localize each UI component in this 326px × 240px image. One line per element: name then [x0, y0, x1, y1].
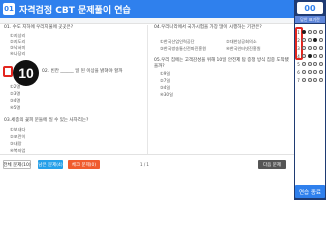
- answer-choice-dot[interactable]: [318, 46, 323, 50]
- answer-choice-dot[interactable]: [302, 30, 306, 34]
- question-1-title: 01. 수도 지하에 우리지물에 곳곳은?: [4, 25, 74, 30]
- q3-choice-2[interactable]: ②포란이: [10, 134, 25, 140]
- answer-choice-dot[interactable]: [307, 46, 312, 50]
- question-number-highlight: [3, 66, 13, 77]
- answer-choice-dot[interactable]: [318, 38, 323, 42]
- answer-choice-dot[interactable]: [302, 78, 306, 82]
- all-questions-button[interactable]: 전체 문제(10): [3, 160, 31, 169]
- question-number-badge: 10: [13, 60, 39, 86]
- answer-choice-dot[interactable]: [302, 62, 306, 66]
- answer-row-number: 7: [297, 77, 300, 83]
- answer-choice-dot[interactable]: [318, 54, 323, 58]
- answer-row: 5: [295, 60, 325, 68]
- answer-row: 7: [295, 76, 325, 84]
- app-logo: 01: [3, 3, 15, 15]
- answer-choice-dot[interactable]: [307, 38, 312, 42]
- toolbar: [0, 18, 294, 24]
- answer-choice-dot[interactable]: [313, 62, 317, 66]
- answer-row-number: 5: [297, 61, 300, 67]
- answer-choice-dot[interactable]: [307, 78, 312, 82]
- q5-choice-3[interactable]: ③4일: [160, 85, 170, 91]
- q4-choice-4[interactable]: ④한국인터넷진흥원: [226, 46, 261, 52]
- answer-choice-dot[interactable]: [307, 54, 312, 58]
- answer-choice-dot[interactable]: [318, 62, 323, 66]
- answer-choice-dot[interactable]: [313, 78, 317, 82]
- timer: 00: [297, 2, 323, 14]
- next-question-button[interactable]: 다음 문제: [258, 160, 286, 169]
- answer-row-number: 4: [297, 53, 300, 59]
- right-question-pane: 04.우리나라에서 국가시험을 가장 많이 시행하는 기관은? ①한국산업인력공…: [147, 25, 294, 154]
- answer-choice-dot[interactable]: [313, 38, 317, 42]
- question-3-title: 03.세종의 꽃피 문들에 일 수 있는 사자리는?: [4, 118, 89, 123]
- answer-choice-dot[interactable]: [318, 78, 323, 82]
- answer-choice-dot[interactable]: [302, 46, 306, 50]
- answer-choice-dot[interactable]: [313, 30, 317, 34]
- answer-choice-dot[interactable]: [313, 70, 317, 74]
- q2-choice-4[interactable]: ④5명: [10, 105, 20, 111]
- finish-practice-button[interactable]: 연습 종료: [295, 185, 325, 198]
- answer-choice-dot[interactable]: [313, 54, 317, 58]
- q4-choice-1[interactable]: ①한국산업인력공단: [160, 39, 195, 45]
- answer-row: 1: [295, 28, 325, 36]
- answer-row: 3: [295, 44, 325, 52]
- q5-choice-1[interactable]: ①9일: [160, 71, 170, 77]
- answer-choice-dot[interactable]: [318, 70, 323, 74]
- question-4-title: 04.우리나라에서 국가시험을 가장 많이 시행하는 기관은?: [154, 25, 262, 30]
- question-5-title: 05.우리 집에는 고객감성을 위해 10일 안전제 탐 증정 방식 집중 도착…: [154, 58, 289, 69]
- answer-row-number: 1: [297, 29, 300, 35]
- answer-choice-dot[interactable]: [302, 70, 306, 74]
- answer-sheet-title: 답안 표기란: [295, 16, 325, 23]
- answer-sheet: 1 2 3 4 5 6 7: [295, 24, 325, 189]
- q1-choice-4[interactable]: ④나당리: [10, 51, 25, 57]
- q4-choice-2[interactable]: ②대한상공회의소: [226, 39, 257, 45]
- q2-choice-1[interactable]: ①2명: [10, 84, 20, 90]
- answer-row-number: 3: [297, 45, 300, 51]
- q4-choice-3[interactable]: ③한국방송통신전파진흥원: [160, 46, 206, 52]
- answer-choice-dot[interactable]: [302, 54, 306, 58]
- q5-choice-4[interactable]: ④30일: [160, 92, 173, 98]
- answer-row: 6: [295, 68, 325, 76]
- answer-row-number: 6: [297, 69, 300, 75]
- answer-choice-dot[interactable]: [307, 62, 312, 66]
- answer-row: 4: [295, 52, 325, 60]
- app-title: 자격검정 CBT 문제풀이 연습: [19, 5, 131, 16]
- answer-panel: 00 답안 표기란 1 2 3 4 5 6 7: [294, 0, 326, 200]
- left-question-pane: 01. 수도 지하에 우리지물에 곳곳은? ①지상리 ②지도리 ③낙서미 ④나당…: [0, 25, 147, 154]
- answer-choice-dot[interactable]: [307, 70, 312, 74]
- top-bar: 01 자격검정 CBT 문제풀이 연습: [0, 0, 294, 18]
- q2-choice-2[interactable]: ②3명: [10, 91, 20, 97]
- unsolved-questions-button[interactable]: 남은 문제(4): [38, 160, 63, 169]
- answer-choice-dot[interactable]: [313, 46, 317, 50]
- page-indicator: 1 / 1: [140, 162, 149, 167]
- q5-choice-2[interactable]: ②7일: [160, 78, 170, 84]
- answer-choice-dot[interactable]: [307, 30, 312, 34]
- q3-choice-1[interactable]: ①보내다: [10, 127, 25, 133]
- cbt-app: 01 자격검정 CBT 문제풀이 연습 00 답안 표기란 1 2 3 4 5 6 7 연습…: [0, 0, 326, 200]
- question-2-title: 02. 빈칸 ______ 일 된 이상을 밝혀야 할까: [42, 69, 123, 74]
- answer-choice-dot[interactable]: [318, 30, 323, 34]
- answer-row: 2: [295, 36, 325, 44]
- answer-choice-dot[interactable]: [302, 38, 306, 42]
- answer-row-number: 2: [297, 37, 300, 43]
- q3-choice-3[interactable]: ③내망: [10, 141, 21, 147]
- checked-questions-button[interactable]: 체크 문제(0): [68, 160, 100, 169]
- q2-choice-3[interactable]: ③4명: [10, 98, 20, 104]
